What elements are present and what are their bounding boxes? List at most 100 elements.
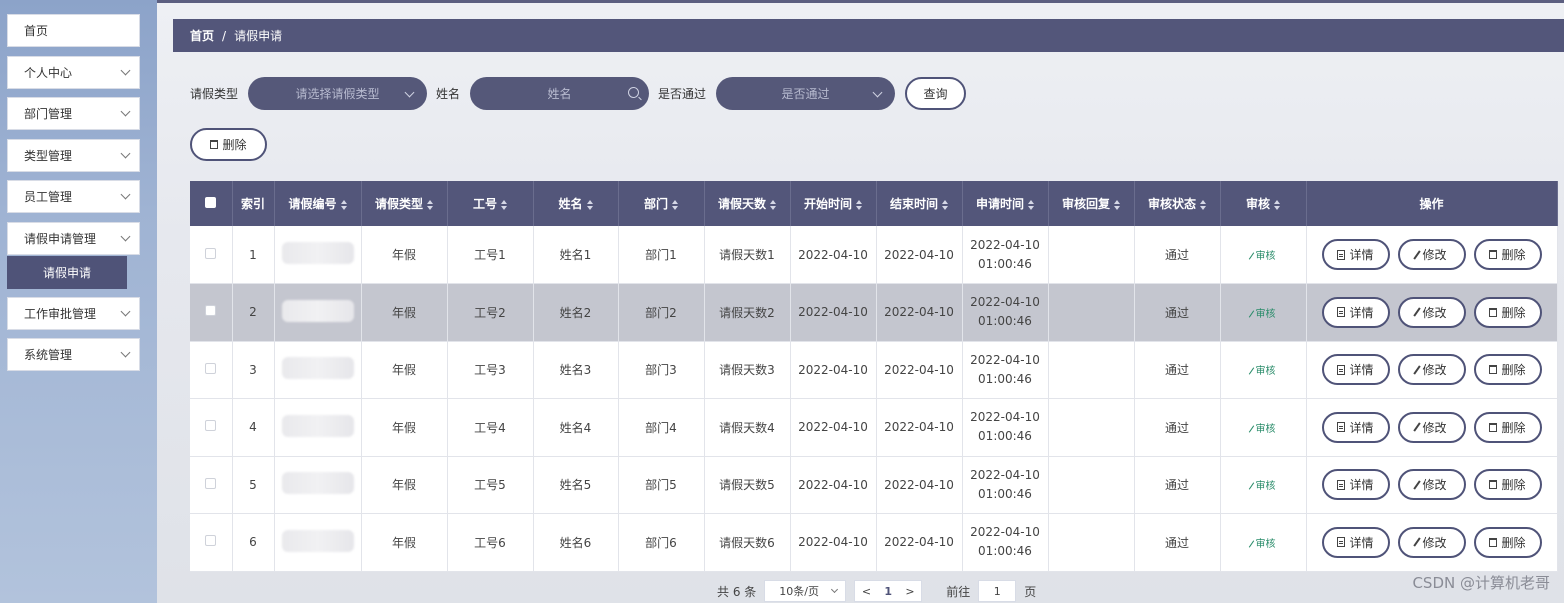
table-row[interactable]: 4 年假 工号4 姓名4 部门4 请假天数4 2022-04-10 2022-04-10 202… [190, 398, 1558, 457]
audit-link[interactable]: 审核 [1248, 366, 1276, 378]
table-row[interactable]: 6 年假 工号6 姓名6 部门6 请假天数6 2022-04-10 2022-04-10 202… [190, 513, 1558, 572]
edit-button[interactable]: 修改 [1397, 469, 1466, 501]
audit-link[interactable]: 审核 [1248, 539, 1276, 550]
column-header[interactable]: 审核状态 [1134, 181, 1221, 226]
delete-button-label: 删除 [1501, 248, 1526, 262]
trash-icon [1489, 250, 1498, 259]
page-size-value: 10条/页 [779, 585, 819, 598]
query-button[interactable]: 查询 [905, 77, 967, 110]
column-header[interactable]: 结束时间 [876, 181, 963, 226]
row-checkbox[interactable] [205, 535, 217, 547]
edit-button[interactable]: 修改 [1397, 526, 1466, 558]
column-header[interactable]: 审核 [1220, 181, 1307, 226]
row-checkbox[interactable] [205, 247, 217, 259]
sidebar-item-department[interactable]: 部门管理 [7, 97, 140, 130]
audit-link[interactable]: 审核 [1248, 424, 1276, 435]
apply-time-cell: 2022-04-10 01:00:46 [962, 226, 1049, 284]
leave-table: 索引 请假编号 请假类型 工号 姓名 部门 请假天数 开始时间 结束时间 申请时… [190, 181, 1558, 572]
sort-icon [856, 199, 862, 210]
select-all-checkbox[interactable] [205, 196, 217, 208]
column-header[interactable]: 姓名 [533, 181, 619, 226]
goto-page-input[interactable]: 1 [978, 580, 1017, 602]
delete-button[interactable]: 删除 [1473, 469, 1542, 501]
delete-button[interactable]: 删除 [1473, 354, 1542, 386]
next-page-button[interactable]: > [905, 585, 914, 598]
table-row[interactable]: 5 年假 工号5 姓名5 部门5 请假天数5 2022-04-10 2022-04-10 202… [190, 456, 1558, 514]
sidebar-item-personal[interactable]: 个人中心 [7, 56, 140, 89]
leave-days-cell: 请假天数5 [704, 456, 791, 514]
start-time-cell: 2022-04-10 [790, 341, 877, 399]
edit-icon [1248, 425, 1254, 433]
column-header[interactable]: 请假类型 [361, 181, 448, 226]
edit-button[interactable]: 修改 [1397, 411, 1466, 443]
current-page[interactable]: 1 [884, 585, 892, 598]
row-select-cell [190, 513, 233, 572]
edit-button-label: 修改 [1422, 305, 1447, 320]
detail-button-label: 详情 [1349, 248, 1374, 262]
column-header[interactable]: 工号 [447, 181, 534, 226]
detail-button[interactable]: 详情 [1321, 411, 1390, 443]
audit-link[interactable]: 审核 [1248, 251, 1276, 262]
detail-button[interactable]: 详情 [1321, 354, 1390, 386]
sidebar-item-system[interactable]: 系统管理 [7, 338, 140, 371]
leave-number-cell [274, 456, 362, 514]
row-checkbox[interactable] [205, 420, 217, 432]
column-header[interactable]: 开始时间 [790, 181, 877, 226]
sidebar-item-leave-mgmt[interactable]: 请假申请管理 [7, 222, 140, 255]
column-header[interactable]: 请假编号 [274, 181, 362, 226]
detail-button[interactable]: 详情 [1321, 526, 1390, 558]
department-cell: 部门4 [618, 398, 705, 457]
leave-type-placeholder: 请选择请假类型 [295, 87, 380, 101]
sidebar-item-work-approval[interactable]: 工作审批管理 [7, 297, 140, 330]
row-checkbox[interactable] [205, 362, 217, 374]
sidebar-item-home[interactable]: 首页 [7, 14, 140, 47]
edit-button[interactable]: 修改 [1397, 239, 1466, 270]
column-header[interactable]: 部门 [618, 181, 705, 226]
leave-type-label: 请假类型 [190, 87, 239, 101]
delete-button[interactable]: 删除 [1473, 411, 1542, 443]
column-header[interactable]: 请假天数 [704, 181, 791, 226]
department-cell: 部门6 [618, 513, 705, 572]
leave-type-select[interactable]: 请选择请假类型 [248, 77, 428, 110]
row-select-cell [190, 283, 233, 342]
column-header-label: 姓名 [558, 197, 583, 211]
leave-type-cell: 年假 [361, 456, 448, 514]
delete-button[interactable]: 删除 [1473, 296, 1542, 328]
detail-button[interactable]: 详情 [1321, 469, 1390, 501]
name-search-input[interactable]: 姓名 [470, 77, 650, 110]
sidebar-item-employee[interactable]: 员工管理 [7, 180, 140, 213]
edit-button[interactable]: 修改 [1397, 354, 1466, 386]
delete-button-label: 删除 [1501, 363, 1526, 378]
sidebar-item-type[interactable]: 类型管理 [7, 139, 140, 172]
audit-link-label: 审核 [1255, 366, 1276, 378]
table-row[interactable]: 1 年假 工号1 姓名1 部门1 请假天数1 2022-04-10 2022-04-10 202… [190, 226, 1558, 284]
detail-button[interactable]: 详情 [1321, 239, 1390, 270]
audit-reply-cell [1048, 226, 1135, 284]
row-checkbox[interactable] [205, 305, 217, 317]
audit-link[interactable]: 审核 [1248, 481, 1276, 492]
delete-button[interactable]: 删除 [1473, 526, 1542, 558]
approved-select[interactable]: 是否通过 [716, 77, 896, 110]
leave-days-cell: 请假天数6 [704, 513, 791, 572]
actions-cell: 详情 修改 删除 [1306, 513, 1558, 572]
audit-reply-cell [1048, 456, 1135, 514]
chevron-down-icon [120, 347, 131, 358]
column-header[interactable]: 审核回复 [1048, 181, 1135, 226]
sidebar-subitem-leave-apply[interactable]: 请假申请 [7, 256, 127, 289]
page-size-select[interactable]: 10条/页 [764, 580, 847, 602]
column-header-label: 工号 [472, 197, 497, 211]
bulk-delete-button[interactable]: 删除 [190, 128, 267, 161]
prev-page-button[interactable]: < [862, 585, 871, 598]
audit-cell: 审核 [1220, 456, 1307, 514]
audit-link[interactable]: 审核 [1248, 309, 1276, 320]
breadcrumb-home[interactable]: 首页 [190, 27, 214, 44]
delete-button-label: 删除 [1501, 305, 1526, 320]
column-header[interactable]: 申请时间 [962, 181, 1049, 226]
detail-button[interactable]: 详情 [1321, 296, 1390, 328]
table-row[interactable]: 3 年假 工号3 姓名3 部门3 请假天数3 2022-04-10 2022-04-10 202… [190, 341, 1558, 399]
audit-status-cell: 通过 [1134, 283, 1221, 342]
edit-button[interactable]: 修改 [1397, 296, 1466, 328]
row-checkbox[interactable] [205, 477, 217, 489]
delete-button[interactable]: 删除 [1473, 239, 1542, 270]
table-row[interactable]: 2 年假 工号2 姓名2 部门2 请假天数2 2022-04-10 2022-04-10 202… [190, 283, 1558, 342]
